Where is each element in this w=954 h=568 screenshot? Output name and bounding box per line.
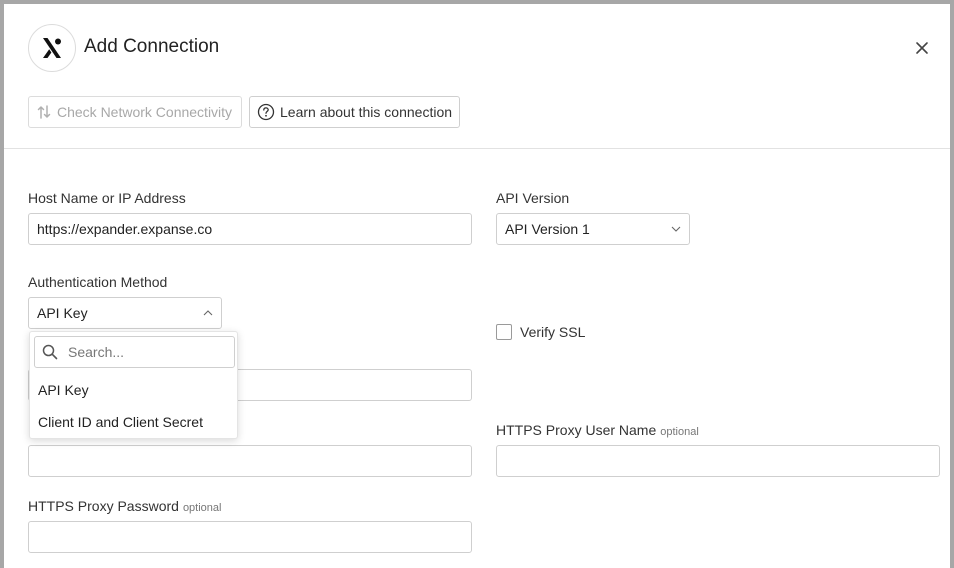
help-circle-icon (257, 103, 275, 121)
host-input[interactable]: https://expander.expanse.co (28, 213, 472, 245)
proxy-user-label-text: HTTPS Proxy User Name (496, 422, 657, 438)
proxy-password-optional: optional (182, 502, 222, 514)
check-network-label: Check Network Connectivity (57, 104, 233, 120)
https-proxy-input[interactable] (28, 445, 472, 477)
proxy-password-input[interactable] (28, 521, 472, 553)
dropdown-search[interactable] (34, 336, 235, 368)
search-icon (42, 344, 58, 360)
close-icon (916, 42, 928, 54)
verify-ssl-label: Verify SSL (520, 324, 586, 340)
auth-method-value: API Key (37, 305, 88, 321)
api-version-label: API Version (496, 190, 570, 206)
dropdown-option-client-id-secret[interactable]: Client ID and Client Secret (38, 414, 203, 430)
auth-method-dropdown: API Key Client ID and Client Secret (29, 331, 238, 439)
proxy-password-label-text: HTTPS Proxy Password (28, 498, 179, 514)
chevron-up-icon (203, 310, 213, 316)
dropdown-option-api-key[interactable]: API Key (38, 382, 89, 398)
dropdown-search-input[interactable] (66, 343, 216, 361)
host-input-value: https://expander.expanse.co (37, 221, 213, 237)
chevron-down-icon (671, 226, 681, 232)
network-arrows-icon (37, 105, 51, 119)
expanse-logo (28, 24, 76, 72)
x-logo-icon (43, 38, 61, 58)
proxy-password-label: HTTPS Proxy Password optional (28, 498, 221, 514)
add-connection-dialog: Add Connection Check Network Connectivit… (0, 0, 954, 568)
header-divider (4, 148, 950, 149)
learn-label: Learn about this connection (280, 104, 453, 120)
close-button[interactable] (912, 38, 932, 58)
proxy-user-label: HTTPS Proxy User Name optional (496, 422, 699, 438)
auth-method-select[interactable]: API Key (28, 297, 222, 329)
api-version-select[interactable]: API Version 1 (496, 213, 690, 245)
learn-about-connection-button[interactable]: Learn about this connection (249, 96, 460, 128)
verify-ssl-checkbox[interactable] (496, 324, 512, 340)
host-label: Host Name or IP Address (28, 190, 186, 206)
dialog-title: Add Connection (84, 36, 220, 57)
check-network-connectivity-button[interactable]: Check Network Connectivity (28, 96, 242, 128)
api-version-value: API Version 1 (505, 221, 590, 237)
auth-method-label: Authentication Method (28, 274, 168, 290)
proxy-user-optional: optional (660, 426, 699, 438)
proxy-user-input[interactable] (496, 445, 940, 477)
